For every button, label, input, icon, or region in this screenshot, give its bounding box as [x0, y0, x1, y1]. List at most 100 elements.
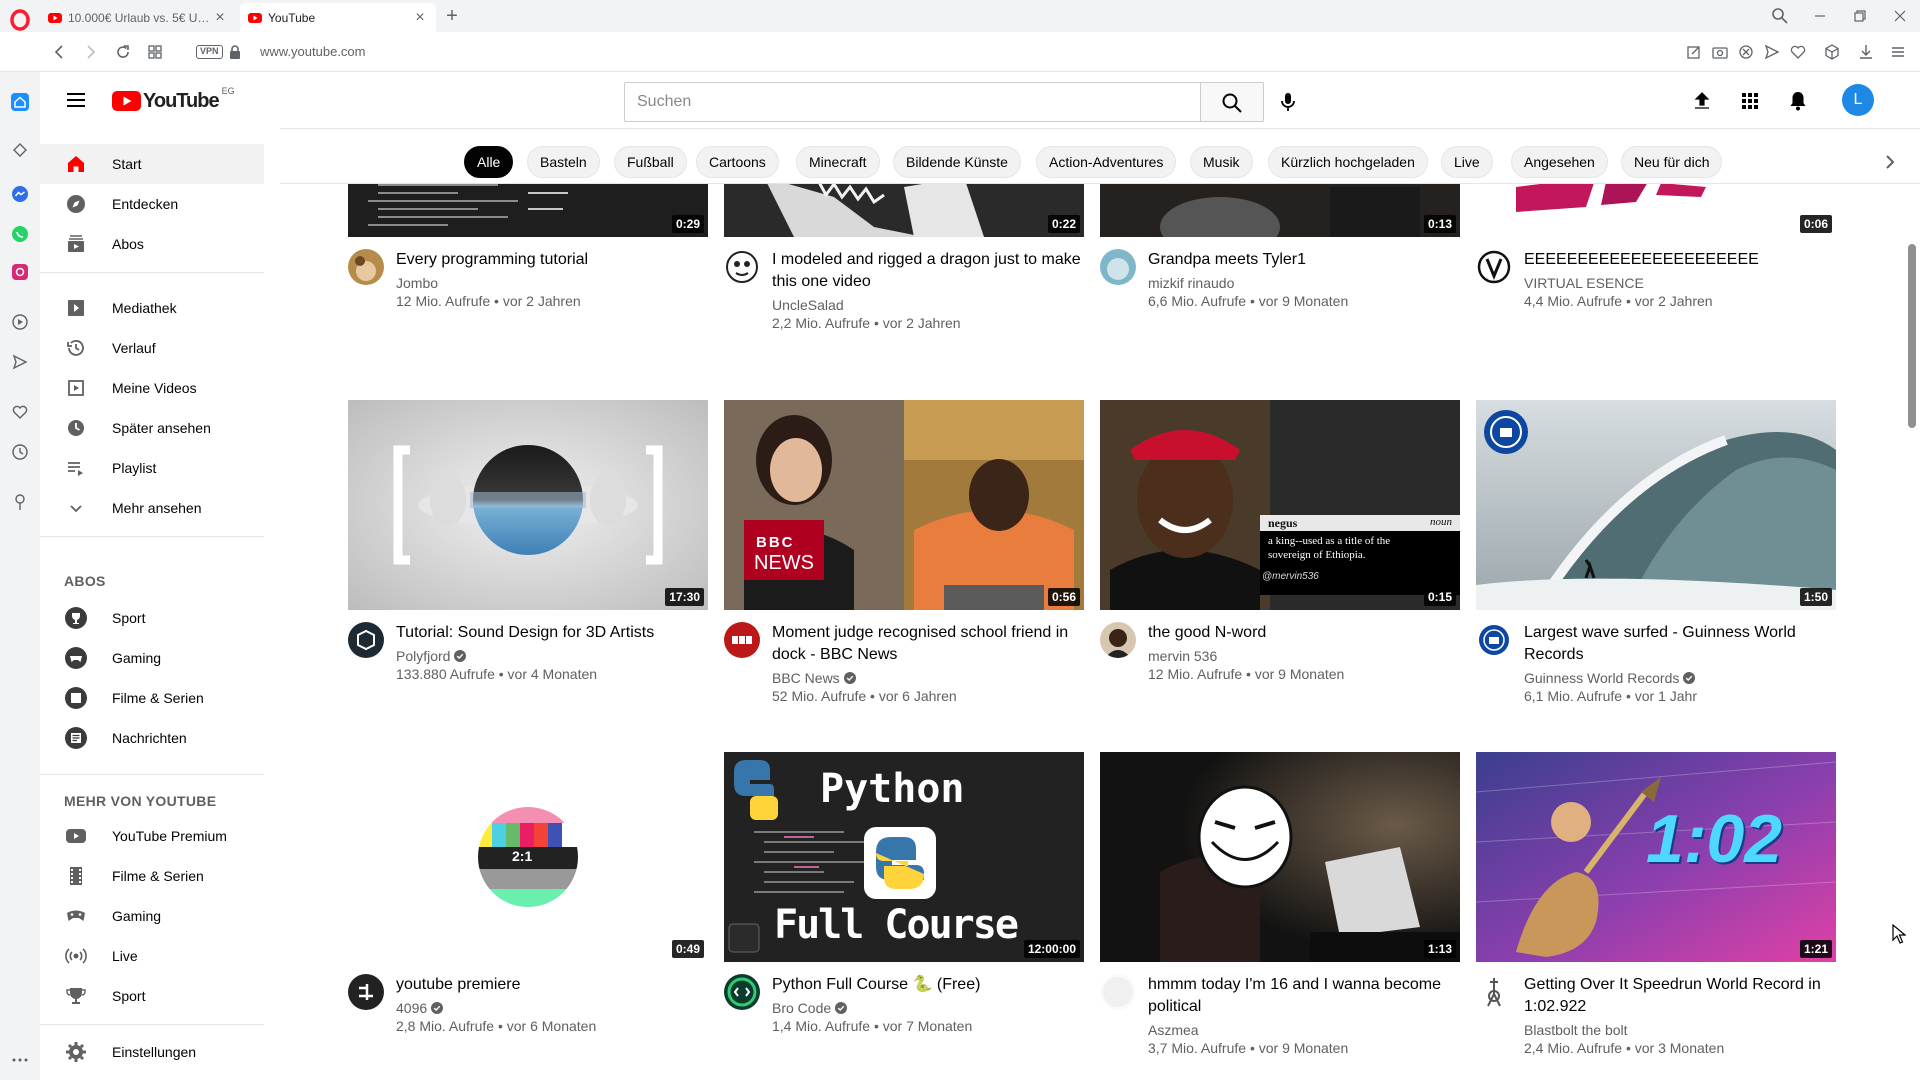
video-thumbnail[interactable]: 2:1 0:49: [348, 752, 708, 962]
guide-item-einstellungen[interactable]: Einstellungen: [40, 1032, 264, 1072]
bookmarks-icon[interactable]: [10, 402, 30, 422]
channel-name[interactable]: 4096: [396, 1000, 444, 1016]
video-title[interactable]: I modeled and rigged a dragon just to ma…: [772, 249, 1084, 293]
channel-name[interactable]: Polyfjord: [396, 648, 467, 664]
channel-avatar[interactable]: [1476, 974, 1512, 1010]
hamburger-menu-icon[interactable]: [64, 88, 88, 112]
guide-item-spaeter-ansehen[interactable]: Später ansehen: [40, 408, 264, 448]
tab-search-icon[interactable]: [1770, 6, 1790, 26]
back-icon[interactable]: [50, 42, 70, 62]
channel-avatar[interactable]: [1100, 974, 1136, 1010]
search-input[interactable]: [624, 82, 1200, 122]
video-title[interactable]: Getting Over It Speedrun World Record in…: [1524, 974, 1836, 1018]
lock-icon[interactable]: [228, 44, 242, 60]
video-thumbnail[interactable]: 0:29: [348, 184, 708, 237]
guide-sub-gaming[interactable]: Gaming: [40, 638, 264, 678]
channel-name[interactable]: Blastbolt the bolt: [1524, 1022, 1628, 1038]
more-options-icon[interactable]: [10, 1050, 30, 1070]
channel-name[interactable]: Guinness World Records: [1524, 670, 1696, 686]
guide-more-filme-serien[interactable]: Filme & Serien: [40, 856, 264, 896]
snapshot-icon[interactable]: [1710, 42, 1730, 62]
guide-more-youtube-premium[interactable]: YouTube Premium: [40, 816, 264, 856]
tab-grid-icon[interactable]: [145, 42, 165, 62]
tab-inactive[interactable]: 10.000€ Urlaub vs. 5€ Urlaub ×: [40, 3, 236, 32]
chip-minecraft[interactable]: Minecraft: [796, 146, 880, 178]
guide-item-abos[interactable]: Abos: [40, 224, 264, 264]
guide-sub-sport[interactable]: Sport: [40, 598, 264, 638]
flow-icon[interactable]: [10, 352, 30, 372]
opera-logo-icon[interactable]: [8, 8, 32, 32]
video-card[interactable]: 1:50 Largest wave surfed - Guinness Worl…: [1476, 400, 1836, 720]
video-thumbnail[interactable]: negus noun a king--used as a title of th…: [1100, 400, 1460, 610]
cube-icon[interactable]: [1822, 42, 1842, 62]
search-button[interactable]: [1200, 82, 1264, 122]
video-thumbnail[interactable]: 17:30: [348, 400, 708, 610]
guide-item-mehr-ansehen[interactable]: Mehr ansehen: [40, 488, 264, 528]
apps-grid-icon[interactable]: [1738, 89, 1762, 113]
video-title[interactable]: EEEEEEEEEEEEEEEEEEEEEE: [1524, 249, 1836, 271]
channel-avatar[interactable]: [724, 974, 760, 1010]
heart-icon[interactable]: [1788, 42, 1808, 62]
chip-musik[interactable]: Musik: [1190, 146, 1253, 178]
reload-icon[interactable]: [113, 42, 133, 62]
chip-cartoons[interactable]: Cartoons: [696, 146, 779, 178]
restore-icon[interactable]: [1850, 6, 1870, 26]
page-scrollbar-thumb[interactable]: [1908, 244, 1916, 428]
video-title[interactable]: youtube premiere: [396, 974, 708, 996]
video-card[interactable]: 1:02 1:21 Getting Over It Speedrun World…: [1476, 752, 1836, 1072]
video-title[interactable]: Python Full Course 🐍 (Free): [772, 974, 1084, 996]
player-icon[interactable]: [10, 312, 30, 332]
adblock-icon[interactable]: [1736, 42, 1756, 62]
video-thumbnail[interactable]: 1:13: [1100, 752, 1460, 962]
close-tab-icon[interactable]: ×: [412, 9, 428, 26]
speed-dial-icon[interactable]: [10, 140, 30, 160]
video-card[interactable]: 0:13 Grandpa meets Tyler1 mizkif rinaudo…: [1100, 184, 1460, 327]
video-title[interactable]: Grandpa meets Tyler1: [1148, 249, 1460, 271]
video-thumbnail[interactable]: 1:50: [1476, 400, 1836, 610]
channel-name[interactable]: mervin 536: [1148, 648, 1217, 664]
edit-page-icon[interactable]: [1684, 42, 1704, 62]
guide-sub-filme-serien[interactable]: Filme & Serien: [40, 678, 264, 718]
channel-name[interactable]: mizkif rinaudo: [1148, 275, 1234, 291]
channel-name[interactable]: Aszmea: [1148, 1022, 1199, 1038]
video-thumbnail[interactable]: 1:02 1:21: [1476, 752, 1836, 962]
chip-live[interactable]: Live: [1441, 146, 1493, 178]
guide-item-playlist[interactable]: Playlist: [40, 448, 264, 488]
video-card[interactable]: 1:13 hmmm today I'm 16 and I wanna becom…: [1100, 752, 1460, 1072]
chip-action-adventures[interactable]: Action-Adventures: [1036, 146, 1177, 178]
video-card[interactable]: Python Full Course 12:00:00 Python Full …: [724, 752, 1084, 1072]
chip-bildende-kuenste[interactable]: Bildende Künste: [893, 146, 1021, 178]
chip-basteln[interactable]: Basteln: [527, 146, 600, 178]
upload-icon[interactable]: [1690, 89, 1714, 113]
home-icon[interactable]: [10, 92, 30, 112]
guide-item-mediathek[interactable]: Mediathek: [40, 288, 264, 328]
account-avatar[interactable]: L: [1842, 84, 1874, 116]
video-card[interactable]: negus noun a king--used as a title of th…: [1100, 400, 1460, 720]
channel-avatar[interactable]: [1100, 622, 1136, 658]
chip-kuerzlich-hochgeladen[interactable]: Kürzlich hochgeladen: [1268, 146, 1428, 178]
notifications-bell-icon[interactable]: [1786, 89, 1810, 113]
video-thumbnail[interactable]: Python Full Course 12:00:00: [724, 752, 1084, 962]
channel-name[interactable]: BBC News: [772, 670, 856, 686]
video-title[interactable]: Tutorial: Sound Design for 3D Artists: [396, 622, 708, 644]
guide-item-entdecken[interactable]: Entdecken: [40, 184, 264, 224]
new-tab-button[interactable]: +: [442, 6, 462, 26]
video-title[interactable]: hmmm today I'm 16 and I wanna become pol…: [1148, 974, 1460, 1018]
pinboard-icon[interactable]: [10, 492, 30, 512]
vpn-badge[interactable]: VPN: [196, 45, 223, 59]
channel-avatar[interactable]: [1100, 249, 1136, 285]
youtube-logo[interactable]: YouTube EG: [112, 86, 235, 112]
channel-avatar[interactable]: [1476, 249, 1512, 285]
microphone-icon[interactable]: [1276, 90, 1300, 114]
address-bar[interactable]: www.youtube.com: [260, 44, 366, 59]
forward-icon[interactable]: [80, 42, 100, 62]
video-title[interactable]: Every programming tutorial: [396, 249, 708, 271]
chip-neu-fuer-dich[interactable]: Neu für dich: [1621, 146, 1723, 178]
channel-name[interactable]: Jombo: [396, 275, 438, 291]
guide-item-verlauf[interactable]: Verlauf: [40, 328, 264, 368]
video-thumbnail[interactable]: BBC NEWS 0:56: [724, 400, 1084, 610]
channel-avatar[interactable]: [1476, 622, 1512, 658]
messenger-icon[interactable]: [10, 184, 30, 204]
video-card[interactable]: 0:29 Every programming tutorial Jombo 12…: [348, 184, 708, 327]
instagram-icon[interactable]: [10, 262, 30, 282]
